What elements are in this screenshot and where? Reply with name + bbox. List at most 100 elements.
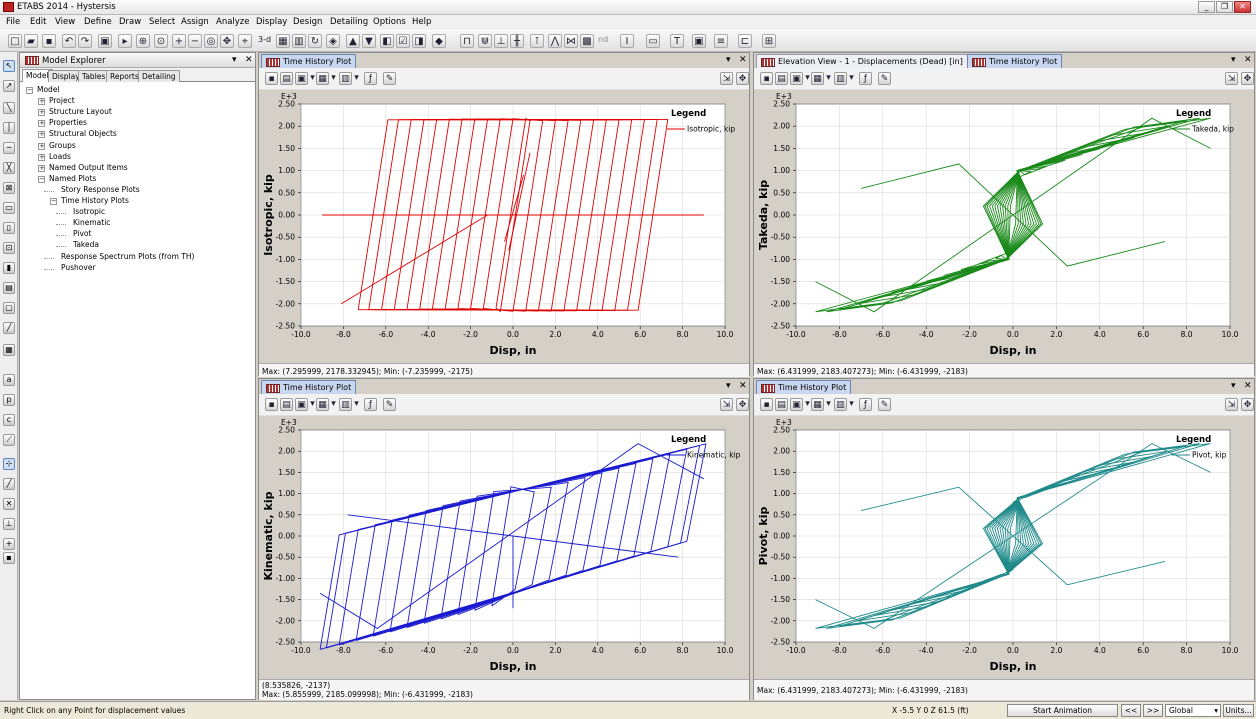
draw-line-icon[interactable]: ╲ <box>3 102 15 114</box>
copy-icon[interactable]: ▥ <box>834 72 847 85</box>
tab-tables[interactable]: Tables <box>78 70 110 82</box>
pan-plot-icon[interactable]: ✥ <box>1241 72 1254 85</box>
formula-icon[interactable]: ƒ <box>859 398 872 411</box>
zoom-in-icon[interactable]: + <box>172 34 186 48</box>
table-icon[interactable]: ▦ <box>811 398 824 411</box>
menu-detailing[interactable]: Detailing <box>330 17 368 27</box>
export-image-icon[interactable]: ▣ <box>295 398 308 411</box>
move-up-icon[interactable]: ▲ <box>346 34 360 48</box>
options-icon[interactable]: ✎ <box>383 398 396 411</box>
tree-item-kinematic[interactable]: Kinematic <box>73 218 110 227</box>
undo-icon[interactable]: ↶ <box>62 34 76 48</box>
menu-file[interactable]: File <box>6 17 20 27</box>
draw-null-area-icon[interactable]: ▢ <box>3 302 15 314</box>
draw-link-icon[interactable]: ⊠ <box>3 182 15 194</box>
plot-area[interactable]: -10.0 -8.0 -6.0 -4.0 -2.0 0.0 2.0 4.0 6.0 8.0 10.0… <box>259 90 749 363</box>
shell-forces-icon[interactable]: ⋓ <box>478 34 492 48</box>
plan-view-icon[interactable]: ▦ <box>276 34 290 48</box>
maximize-button[interactable]: ❐ <box>1216 1 1233 13</box>
draw-floor-icon[interactable]: ▭ <box>3 202 15 214</box>
plot-area[interactable]: -10.0 -8.0 -6.0 -4.0 -2.0 0.0 2.0 4.0 6.0 8.0 10.0… <box>259 416 749 679</box>
chevron-down-icon[interactable]: ▾ <box>309 72 316 85</box>
options-icon[interactable]: ✎ <box>878 72 891 85</box>
chevron-down-icon[interactable]: ▾ <box>353 398 360 411</box>
export-image-icon[interactable]: ▣ <box>790 72 803 85</box>
object-shrink-icon[interactable]: ◧ <box>380 34 394 48</box>
tab-time-history-plot[interactable]: Time History Plot <box>261 54 357 68</box>
save-plot-icon[interactable]: ▪ <box>760 72 773 85</box>
dropdown-icon[interactable]: ▾ <box>1231 55 1236 65</box>
pan-icon[interactable]: ✥ <box>220 34 234 48</box>
options-icon[interactable]: ✎ <box>878 398 891 411</box>
tree-item-named-plots[interactable]: Named Plots <box>49 174 96 183</box>
section-designer-icon[interactable]: I <box>620 34 634 48</box>
expand-icon[interactable]: + <box>38 153 45 161</box>
expand-icon[interactable]: + <box>38 142 45 150</box>
chevron-down-icon[interactable]: ▾ <box>825 72 832 85</box>
menu-analyze[interactable]: Analyze <box>216 17 250 27</box>
save-plot-icon[interactable]: ▪ <box>760 398 773 411</box>
chevron-down-icon[interactable]: ▾ <box>804 72 811 85</box>
menu-display[interactable]: Display <box>256 17 287 27</box>
expand-icon[interactable]: + <box>38 131 45 139</box>
print-plot-icon[interactable]: ▤ <box>280 398 293 411</box>
draw-dimension-icon[interactable]: ╱ <box>3 322 15 334</box>
collapse-icon[interactable]: − <box>50 198 57 205</box>
collapse-icon[interactable]: − <box>26 87 33 94</box>
chevron-down-icon[interactable]: ▾ <box>825 398 832 411</box>
draw-brace-icon[interactable]: ⋈ <box>564 34 578 48</box>
pan-plot-icon[interactable]: ✥ <box>736 72 749 85</box>
draw-rect-floor-icon[interactable]: ▯ <box>3 222 15 234</box>
snap-lines-icon[interactable]: + <box>3 538 15 550</box>
support-reactions-icon[interactable]: ⊥ <box>494 34 508 48</box>
clear-selection-icon[interactable]: c <box>3 414 15 426</box>
expand-icon[interactable]: + <box>38 98 45 106</box>
close-icon[interactable]: ✕ <box>739 55 747 65</box>
previous-step-button[interactable]: << <box>1121 704 1141 717</box>
shear-wall-icon[interactable]: ≡ <box>714 34 728 48</box>
fit-plot-icon[interactable]: ⇲ <box>1225 398 1238 411</box>
show-undeformed-icon[interactable]: ◨ <box>412 34 426 48</box>
chevron-down-icon[interactable]: ▾ <box>848 398 855 411</box>
menu-design[interactable]: Design <box>293 17 322 27</box>
coordinate-system-select[interactable]: Global ▾ <box>1165 704 1221 717</box>
redo-icon[interactable]: ↷ <box>78 34 92 48</box>
expand-icon[interactable]: + <box>38 109 45 117</box>
pan-plot-icon[interactable]: ✥ <box>1241 398 1254 411</box>
snap-perpendicular-icon[interactable]: ⊥ <box>3 518 15 530</box>
chevron-down-icon[interactable]: ▾ <box>848 72 855 85</box>
tree-item-groups[interactable]: Groups <box>49 141 76 150</box>
formula-icon[interactable]: ƒ <box>364 72 377 85</box>
menu-assign[interactable]: Assign <box>181 17 209 27</box>
model-tree[interactable]: − Model + Project + Structure Layout + Properti… <box>20 83 255 699</box>
tab-time-history-plot[interactable]: Time History Plot <box>261 380 357 394</box>
table-icon[interactable]: ▦ <box>811 72 824 85</box>
close-button[interactable]: ✕ <box>1234 1 1251 13</box>
draw-opening-icon[interactable]: ⊡ <box>3 242 15 254</box>
composite-beam-icon[interactable]: ⊏ <box>738 34 752 48</box>
draw-frame-icon[interactable]: ⋀ <box>548 34 562 48</box>
copy-icon[interactable]: ▥ <box>834 398 847 411</box>
elevation-view-icon[interactable]: ▥ <box>292 34 306 48</box>
draw-joint-icon[interactable]: ⊺ <box>530 34 544 48</box>
minimize-button[interactable]: _ <box>1198 1 1215 13</box>
fit-plot-icon[interactable]: ⇲ <box>1225 72 1238 85</box>
3d-view-button[interactable]: 3-d <box>258 35 271 44</box>
chevron-down-icon[interactable]: ▾ <box>804 398 811 411</box>
collapse-icon[interactable]: − <box>38 175 45 183</box>
snap-intersection-icon[interactable]: ✕ <box>3 498 15 510</box>
steel-design-icon[interactable]: T <box>670 34 684 48</box>
zoom-out-icon[interactable]: − <box>188 34 202 48</box>
draw-wall-tool-icon[interactable]: ▮ <box>3 262 15 274</box>
lock-icon[interactable]: ▣ <box>98 34 112 48</box>
options-icon[interactable]: ✎ <box>383 72 396 85</box>
slab-design-icon[interactable]: ▭ <box>646 34 660 48</box>
concrete-design-icon[interactable]: ▣ <box>692 34 706 48</box>
tree-item-structure-layout[interactable]: Structure Layout <box>49 107 112 116</box>
draw-beam-icon[interactable]: ─ <box>3 142 15 154</box>
menu-options[interactable]: Options <box>373 17 406 27</box>
tab-time-history-plot[interactable]: Time History Plot <box>756 380 852 394</box>
save-plot-icon[interactable]: ▪ <box>265 72 278 85</box>
table-icon[interactable]: ▦ <box>316 398 329 411</box>
plot-area[interactable]: -10.0 -8.0 -6.0 -4.0 -2.0 0.0 2.0 4.0 6.0 8.0 10.0… <box>754 90 1254 363</box>
